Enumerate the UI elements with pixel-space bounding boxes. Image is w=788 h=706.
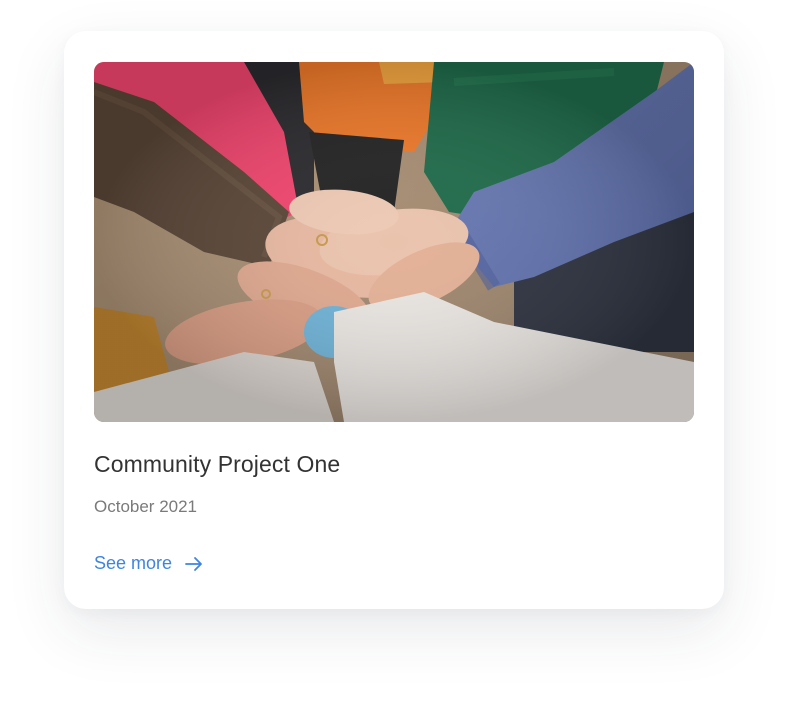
see-more-label: See more (94, 553, 173, 573)
arrow-right-icon (184, 554, 204, 574)
card-title: Community Project One (94, 451, 341, 477)
project-image (94, 62, 694, 422)
page-background: Community Project One October 2021 See m… (0, 0, 788, 706)
project-card: Community Project One October 2021 See m… (64, 31, 724, 609)
card-date: October 2021 (94, 497, 198, 516)
see-more-link[interactable]: See more (94, 553, 204, 574)
